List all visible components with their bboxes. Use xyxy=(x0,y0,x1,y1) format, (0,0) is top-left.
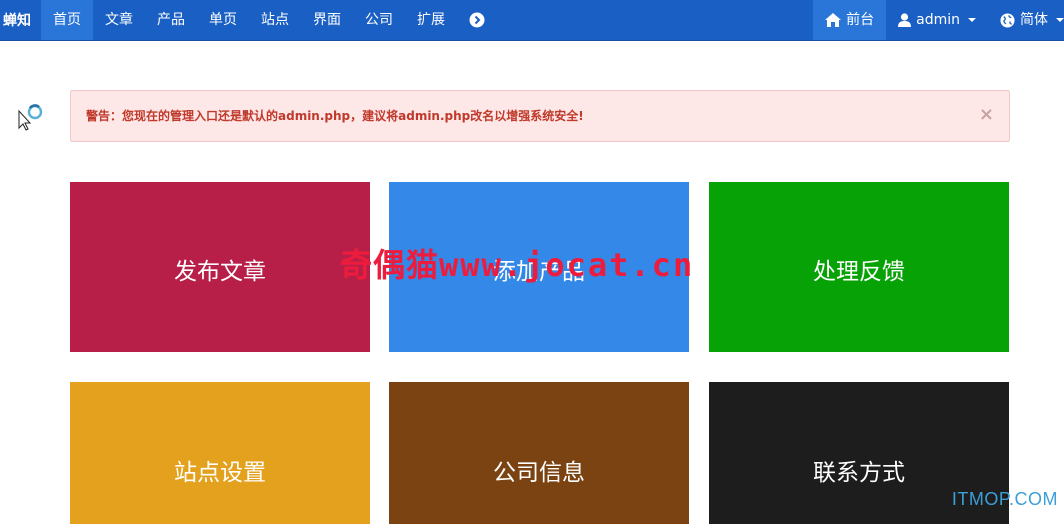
frontend-label: 前台 xyxy=(846,11,875,28)
nav-item-products[interactable]: 产品 xyxy=(145,0,197,40)
busy-cursor-icon xyxy=(18,104,43,131)
tile-handle-feedback[interactable]: 处理反馈 xyxy=(709,182,1009,352)
home-icon xyxy=(825,13,842,27)
tile-label: 公司信息 xyxy=(493,459,585,486)
tile-label: 发布文章 xyxy=(174,259,266,285)
tile-label: 联系方式 xyxy=(813,459,905,486)
nav-item-home[interactable]: 首页 xyxy=(41,0,93,40)
corner-watermark: ITMOP.COM xyxy=(951,489,1058,509)
nav-item-articles[interactable]: 文章 xyxy=(93,0,145,40)
nav-item-extensions[interactable]: 扩展 xyxy=(405,0,457,40)
tile-site-settings[interactable]: 站点设置 xyxy=(70,382,370,524)
nav-item-pages[interactable]: 单页 xyxy=(197,0,249,40)
nav-item-company[interactable]: 公司 xyxy=(353,0,405,40)
globe-icon xyxy=(1000,12,1015,28)
tile-label: 处理反馈 xyxy=(813,259,905,285)
nav-item-site[interactable]: 站点 xyxy=(249,0,301,40)
nav-item-theme[interactable]: 界面 xyxy=(301,0,353,40)
frontend-link[interactable]: 前台 xyxy=(813,0,887,40)
language-menu[interactable]: 简体 xyxy=(990,0,1064,40)
main-nav: 首页 文章 产品 单页 站点 界面 公司 扩展 xyxy=(41,0,497,40)
tile-company-info[interactable]: 公司信息 xyxy=(389,382,689,524)
brand-logo[interactable]: 蝉知 xyxy=(0,0,41,40)
tile-publish-article[interactable]: 发布文章 xyxy=(70,182,370,352)
watermark-cn: 奇偶猫 xyxy=(340,246,440,284)
alert-message: 警告：您现在的管理入口还是默认的admin.php，建议将admin.php改名… xyxy=(86,109,584,123)
watermark-overlay: 奇偶猫www.jocat.cn xyxy=(340,240,694,284)
user-icon xyxy=(898,13,912,27)
tile-label: 站点设置 xyxy=(174,459,266,486)
caret-down-icon xyxy=(1056,18,1064,22)
language-label: 简体 xyxy=(1020,11,1048,28)
close-icon[interactable]: × xyxy=(979,91,994,139)
user-name: admin xyxy=(916,11,960,28)
security-warning-alert: 警告：您现在的管理入口还是默认的admin.php，建议将admin.php改名… xyxy=(70,90,1010,142)
caret-down-icon xyxy=(968,18,976,22)
watermark-url: www.jocat.cn xyxy=(439,246,695,284)
user-menu[interactable]: admin xyxy=(886,0,990,40)
more-nav-button[interactable] xyxy=(457,0,497,40)
right-nav: 前台 admin 简体 xyxy=(813,0,1064,40)
top-navbar: 蝉知 首页 文章 产品 单页 站点 界面 公司 扩展 前台 admin 简体 xyxy=(0,0,1064,41)
chevron-right-circle-icon xyxy=(469,12,485,28)
